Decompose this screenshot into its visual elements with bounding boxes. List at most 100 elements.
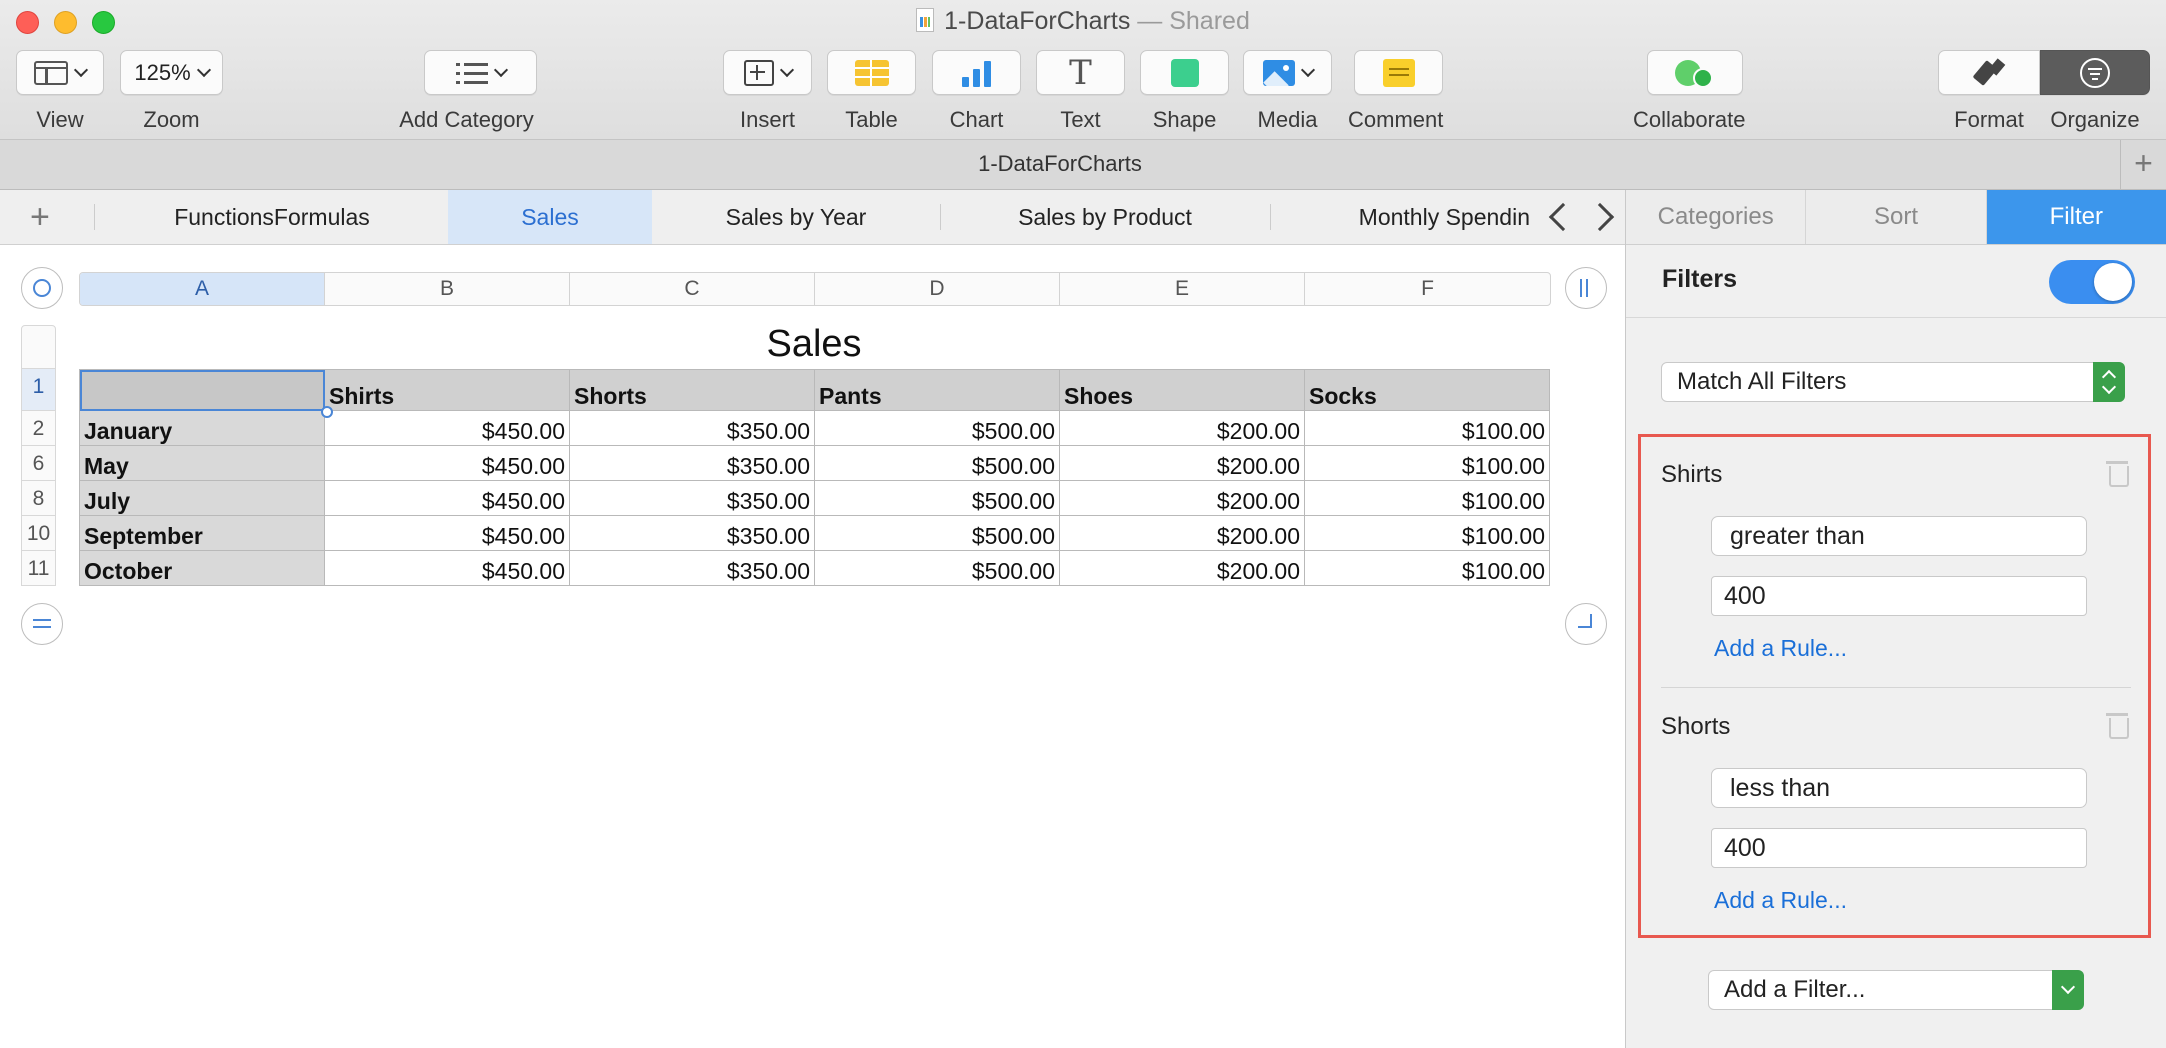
chart-tool[interactable]: Chart [932,50,1021,133]
rule-condition-popup[interactable]: less than [1711,768,2087,808]
filters-toggle[interactable] [2049,260,2135,304]
column-header-d[interactable]: D [815,273,1060,305]
comment-tool[interactable]: Comment [1348,50,1443,133]
organize-button[interactable] [2040,50,2150,95]
table-cell[interactable]: $350.00 [569,515,815,551]
table-cell[interactable]: $200.00 [1059,515,1305,551]
insert-button[interactable] [723,50,812,95]
header-cell[interactable]: Pants [814,369,1060,411]
table-cell[interactable]: $100.00 [1304,515,1550,551]
table-cell[interactable]: $450.00 [324,515,570,551]
table-cell[interactable]: $100.00 [1304,445,1550,481]
text-tool[interactable]: T Text [1036,50,1125,133]
rule-value-field[interactable]: 400 [1711,576,2087,616]
table-cell[interactable]: $200.00 [1059,445,1305,481]
row-header-10[interactable]: 10 [21,516,56,551]
table-cell[interactable]: $450.00 [324,480,570,516]
comment-button[interactable] [1354,50,1443,95]
shape-button[interactable] [1140,50,1229,95]
collaborate-tool[interactable]: Collaborate [1633,50,1746,133]
table-cell[interactable]: $450.00 [324,550,570,586]
chart-button[interactable] [932,50,1021,95]
rule-value-field[interactable]: 400 [1711,828,2087,868]
table-cell[interactable]: $100.00 [1304,550,1550,586]
rule-condition-popup[interactable]: greater than [1711,516,2087,556]
header-cell-a1[interactable] [79,369,325,411]
header-cell[interactable]: Shirts [324,369,570,411]
table-cell[interactable]: $100.00 [1304,480,1550,516]
table-cell[interactable]: $100.00 [1304,410,1550,446]
sheet-tab-sales-by-product[interactable]: Sales by Product [942,190,1268,244]
add-column-handle[interactable] [1565,267,1607,309]
zoom-tool[interactable]: 125% Zoom [120,50,223,133]
row-header-6[interactable]: 6 [21,446,56,481]
add-filter-popup[interactable]: Add a Filter... [1708,970,2084,1010]
collaborate-button[interactable] [1647,50,1743,95]
media-tool[interactable]: Media [1243,50,1332,133]
view-tool[interactable]: View [16,50,104,133]
tab-categories[interactable]: Categories [1626,190,1807,244]
row-header-2[interactable]: 2 [21,411,56,446]
add-category-tool[interactable]: Add Category [396,50,537,133]
tab-sort[interactable]: Sort [1806,190,1987,244]
tab-filter[interactable]: Filter [1986,190,2166,244]
row-label-cell[interactable]: October [79,550,325,586]
column-header-b[interactable]: B [325,273,570,305]
table-cell[interactable]: $500.00 [814,480,1060,516]
table-cell[interactable]: $500.00 [814,445,1060,481]
match-mode-popup[interactable]: Match All Filters [1661,362,2125,402]
row-header-1[interactable]: 1 [21,369,56,411]
view-button[interactable] [16,50,104,95]
table-cell[interactable]: $500.00 [814,550,1060,586]
column-header-c[interactable]: C [570,273,815,305]
cell-selection-handle[interactable] [321,406,333,418]
table-cell[interactable]: $450.00 [324,445,570,481]
table-cell[interactable]: $200.00 [1059,550,1305,586]
scroll-tabs-right-icon[interactable] [1585,202,1615,232]
insert-tool[interactable]: Insert [723,50,812,133]
document-tab[interactable]: 1-DataForCharts [0,151,2120,177]
table-cell[interactable]: $200.00 [1059,410,1305,446]
table-button[interactable] [827,50,916,95]
row-header-11[interactable]: 11 [21,551,56,586]
table-cell[interactable]: $200.00 [1059,480,1305,516]
add-sheet-button[interactable]: + [30,198,50,237]
row-header-8[interactable]: 8 [21,481,56,516]
table-cell[interactable]: $350.00 [569,445,815,481]
header-cell[interactable]: Socks [1304,369,1550,411]
table-cell[interactable]: $450.00 [324,410,570,446]
row-label-cell[interactable]: January [79,410,325,446]
add-rule-link[interactable]: Add a Rule... [1714,887,1847,914]
sheet-tab-sales[interactable]: Sales [448,190,652,244]
table-cell[interactable]: $350.00 [569,480,815,516]
table-cell[interactable]: $350.00 [569,410,815,446]
select-table-button[interactable] [21,267,63,309]
column-header-f[interactable]: F [1305,273,1550,305]
header-cell[interactable]: Shorts [569,369,815,411]
new-tab-button[interactable]: + [2120,140,2166,190]
media-button[interactable] [1243,50,1332,95]
add-category-button[interactable] [424,50,537,95]
resize-table-handle[interactable] [1565,603,1607,645]
trash-icon[interactable] [2106,709,2129,739]
header-cell[interactable]: Shoes [1059,369,1305,411]
add-rule-link[interactable]: Add a Rule... [1714,635,1847,662]
shape-tool[interactable]: Shape [1140,50,1229,133]
sheet-tab-monthly-spending[interactable]: Monthly Spendin [1272,190,1530,244]
column-header-e[interactable]: E [1060,273,1305,305]
text-button[interactable]: T [1036,50,1125,95]
table-cell[interactable]: $500.00 [814,410,1060,446]
sheet-tab-functionsformulas[interactable]: FunctionsFormulas [100,190,444,244]
row-label-cell[interactable]: May [79,445,325,481]
table-title[interactable]: Sales [79,323,1549,366]
trash-icon[interactable] [2106,457,2129,487]
row-label-cell[interactable]: July [79,480,325,516]
scroll-tabs-left-icon[interactable] [1548,202,1578,232]
column-header-a[interactable]: A [80,273,325,305]
zoom-popup[interactable]: 125% [120,50,223,95]
row-label-cell[interactable]: September [79,515,325,551]
add-row-handle[interactable] [21,603,63,645]
format-button[interactable] [1938,50,2040,95]
sheet-tab-sales-by-year[interactable]: Sales by Year [652,190,940,244]
table-tool[interactable]: Table [827,50,916,133]
